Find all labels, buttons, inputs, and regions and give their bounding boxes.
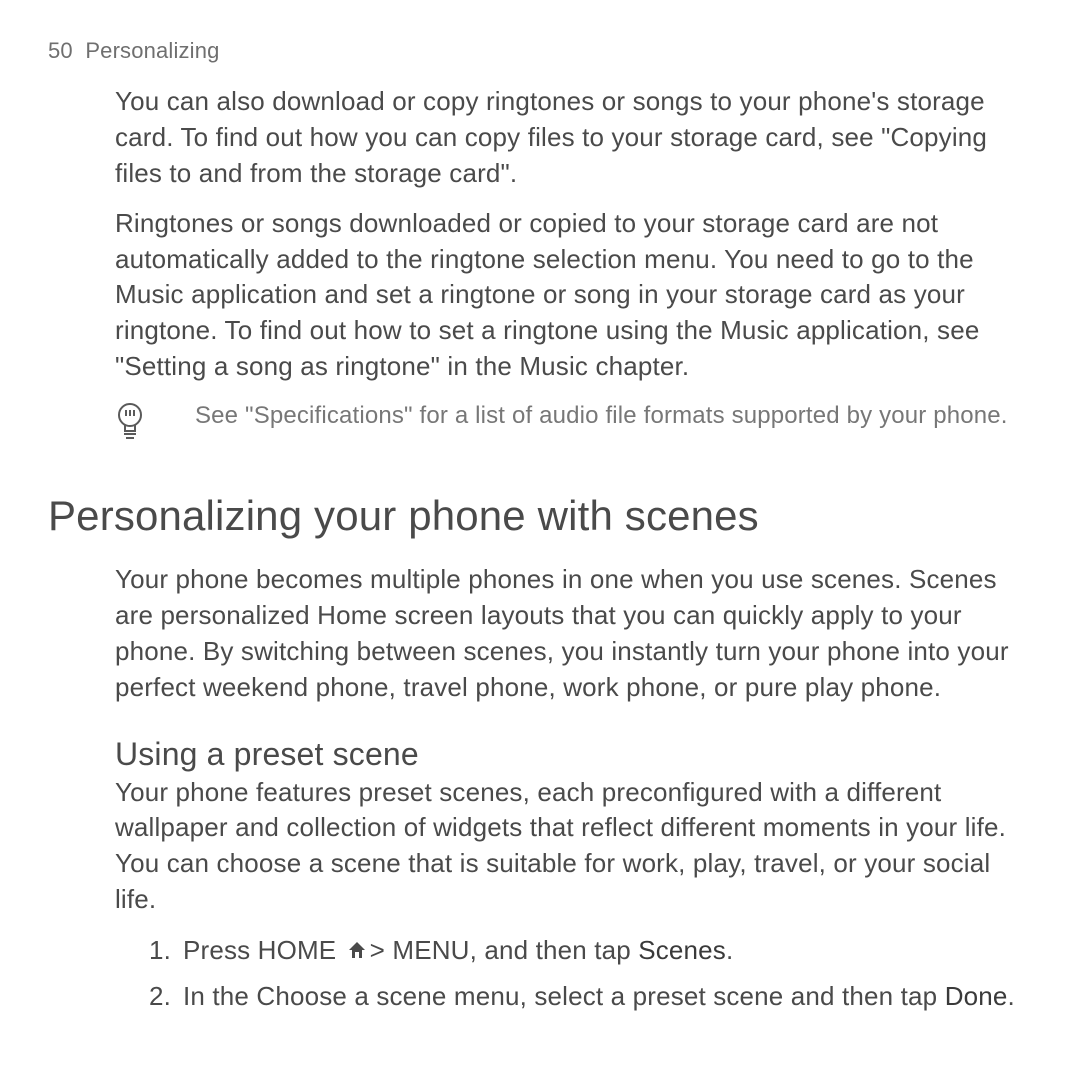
step-1-scenes: Scenes xyxy=(638,935,726,965)
page: 50 Personalizing You can also download o… xyxy=(0,0,1080,1015)
steps-list: 1. Press HOME > MENU, and then tap Scene… xyxy=(149,932,1032,1015)
paragraph-2: Ringtones or songs downloaded or copied … xyxy=(115,206,1032,385)
step-2-number: 2. xyxy=(149,978,183,1014)
step-2-text-a: In the Choose a scene menu, select a pre… xyxy=(183,981,945,1011)
step-1-text-b: > MENU, and then tap xyxy=(370,935,639,965)
step-2: 2. In the Choose a scene menu, select a … xyxy=(149,978,1032,1014)
body-block-1: You can also download or copy ringtones … xyxy=(115,84,1032,446)
section-title: Personalizing xyxy=(85,38,219,63)
heading-preset: Using a preset scene xyxy=(115,736,1032,773)
lightbulb-icon xyxy=(115,401,145,446)
step-1-number: 1. xyxy=(149,932,183,968)
step-1: 1. Press HOME > MENU, and then tap Scene… xyxy=(149,932,1032,970)
page-header: 50 Personalizing xyxy=(48,38,1032,64)
step-1-text-d: . xyxy=(726,935,733,965)
body-block-2: Your phone becomes multiple phones in on… xyxy=(115,562,1032,1015)
step-2-text-c: . xyxy=(1007,981,1014,1011)
tip-callout: See "Specifications" for a list of audio… xyxy=(115,399,1032,446)
paragraph-4: Your phone features preset scenes, each … xyxy=(115,775,1032,919)
home-icon xyxy=(346,934,368,970)
tip-text: See "Specifications" for a list of audio… xyxy=(195,399,1008,432)
step-2-done: Done xyxy=(945,981,1008,1011)
heading-scenes: Personalizing your phone with scenes xyxy=(48,492,1032,540)
step-1-text-a: Press HOME xyxy=(183,935,344,965)
step-1-body: Press HOME > MENU, and then tap Scenes. xyxy=(183,932,1032,970)
paragraph-3: Your phone becomes multiple phones in on… xyxy=(115,562,1032,706)
step-2-body: In the Choose a scene menu, select a pre… xyxy=(183,978,1032,1014)
page-number: 50 xyxy=(48,38,73,63)
paragraph-1: You can also download or copy ringtones … xyxy=(115,84,1032,192)
